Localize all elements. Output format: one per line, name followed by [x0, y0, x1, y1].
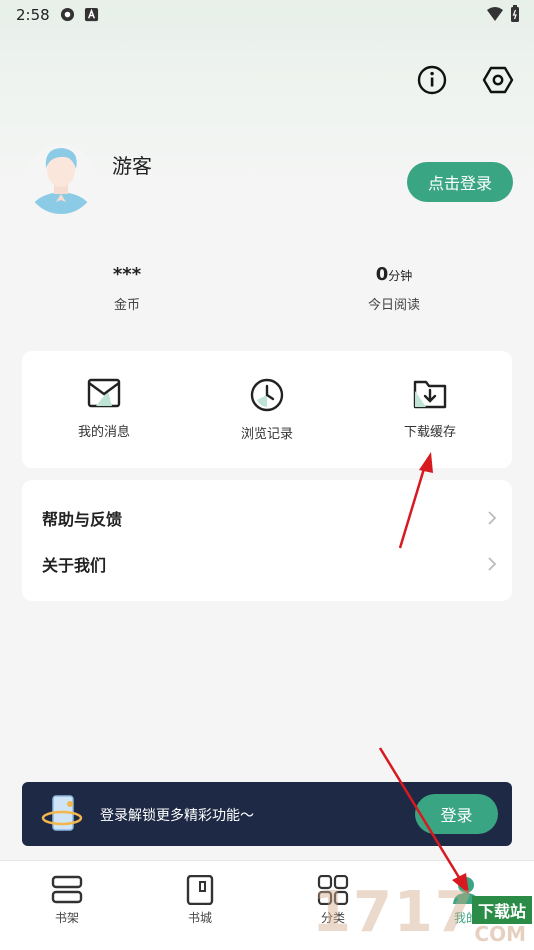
- watermark-domain: COM: [474, 922, 526, 946]
- tab-label: 书城: [187, 911, 212, 925]
- nickname: 游客: [112, 154, 152, 178]
- menu-item-about-us[interactable]: 关于我们: [42, 544, 497, 584]
- download-folder-icon: [413, 380, 447, 409]
- site-watermark: 1717 下载站 COM: [312, 880, 534, 950]
- stat-reading-time[interactable]: 0分钟 今日阅读: [324, 264, 464, 313]
- app-notification-icon: [60, 7, 75, 22]
- stat-value: 0分钟: [375, 264, 413, 285]
- info-icon[interactable]: [416, 64, 448, 96]
- watermark-tag: 下载站: [471, 896, 532, 924]
- stat-label: 金币: [113, 298, 140, 313]
- login-promo-banner[interactable]: 登录解锁更多精彩功能～ 登录: [22, 782, 512, 846]
- stat-label: 今日阅读: [367, 298, 420, 313]
- status-bar: 2:58: [0, 0, 534, 30]
- watermark-digits: 1717: [312, 880, 476, 945]
- tab-bookstore[interactable]: 书城: [160, 875, 240, 926]
- quick-action-history[interactable]: 浏览记录: [207, 377, 327, 442]
- menu-card: 帮助与反馈 关于我们: [22, 480, 512, 601]
- status-time: 2:58: [16, 6, 50, 24]
- tab-label: 书架: [54, 911, 79, 925]
- quick-actions-card: 我的消息 浏览记录 下载缓存: [22, 351, 512, 468]
- status-right: [486, 5, 520, 23]
- stat-coins[interactable]: *** 金币: [57, 264, 197, 313]
- quick-action-label: 下载缓存: [403, 425, 456, 440]
- banner-login-button[interactable]: 登录: [415, 794, 498, 834]
- menu-item-label: 帮助与反馈: [42, 510, 123, 529]
- bookshelf-icon: [51, 875, 83, 904]
- chevron-right-icon: [488, 511, 497, 525]
- menu-item-help-feedback[interactable]: 帮助与反馈: [42, 498, 497, 538]
- clock-icon: [250, 378, 284, 412]
- tab-bookshelf[interactable]: 书架: [27, 875, 107, 926]
- stat-value: ***: [112, 264, 142, 285]
- bookstore-icon: [186, 875, 214, 905]
- login-button[interactable]: 点击登录: [407, 162, 513, 202]
- a-notification-icon: [84, 7, 99, 22]
- settings-icon[interactable]: [482, 64, 514, 96]
- quick-action-downloads[interactable]: 下载缓存: [370, 377, 490, 440]
- quick-action-label: 浏览记录: [240, 427, 293, 442]
- phone-promo-icon: [41, 795, 83, 831]
- wifi-icon: [487, 7, 503, 21]
- menu-item-label: 关于我们: [42, 556, 107, 575]
- battery-icon: [511, 5, 519, 22]
- quick-action-messages[interactable]: 我的消息: [44, 377, 164, 440]
- chevron-right-icon: [488, 557, 497, 571]
- avatar[interactable]: [26, 142, 96, 216]
- message-icon: [87, 378, 121, 408]
- banner-text: 登录解锁更多精彩功能～: [100, 808, 254, 824]
- quick-action-label: 我的消息: [77, 425, 130, 440]
